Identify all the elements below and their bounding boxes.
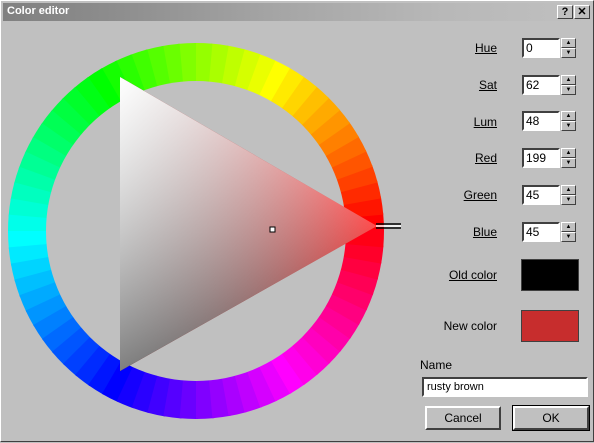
color-editor-dialog: Color editor ? ✕ Hue 0 ▲ ▼ Sat 62 ▲ ▼ Lu… — [0, 0, 594, 442]
close-icon: ✕ — [577, 6, 587, 18]
new-color-label: New color — [443, 319, 497, 333]
lum-label: Lum — [473, 115, 497, 129]
new-color-swatch — [521, 310, 579, 342]
help-button[interactable]: ? — [557, 5, 573, 19]
hue-down-button[interactable]: ▼ — [561, 48, 576, 58]
blue-input[interactable]: 45 — [522, 222, 560, 242]
help-icon: ? — [561, 6, 569, 18]
close-button[interactable]: ✕ — [574, 5, 590, 19]
arrow-up-icon: ▲ — [565, 150, 572, 156]
lum-spinner[interactable]: 48 ▲ ▼ — [522, 111, 576, 131]
hue-input[interactable]: 0 — [522, 38, 560, 58]
arrow-down-icon: ▼ — [565, 123, 572, 129]
arrow-down-icon: ▼ — [565, 87, 572, 93]
blue-down-button[interactable]: ▼ — [561, 232, 576, 242]
hue-up-button[interactable]: ▲ — [561, 38, 576, 48]
arrow-down-icon: ▼ — [565, 234, 572, 240]
green-up-button[interactable]: ▲ — [561, 185, 576, 195]
red-up-button[interactable]: ▲ — [561, 148, 576, 158]
arrow-down-icon: ▼ — [565, 50, 572, 56]
sat-down-button[interactable]: ▼ — [561, 85, 576, 95]
color-picker[interactable] — [1, 1, 401, 443]
green-down-button[interactable]: ▼ — [561, 195, 576, 205]
red-label: Red — [474, 151, 497, 165]
arrow-up-icon: ▲ — [565, 224, 572, 230]
sat-spinner[interactable]: 62 ▲ ▼ — [522, 75, 576, 95]
arrow-up-icon: ▲ — [565, 187, 572, 193]
lum-input[interactable]: 48 — [522, 111, 560, 131]
sat-input[interactable]: 62 — [522, 75, 560, 95]
hue-label: Hue — [474, 41, 497, 55]
old-color-label: Old color — [448, 268, 497, 282]
name-label: Name — [420, 358, 453, 372]
arrow-down-icon: ▼ — [565, 197, 572, 203]
old-color-swatch[interactable] — [521, 259, 579, 291]
cancel-button[interactable]: Cancel — [425, 406, 501, 430]
sat-label: Sat — [478, 78, 497, 92]
arrow-up-icon: ▲ — [565, 77, 572, 83]
arrow-down-icon: ▼ — [565, 160, 572, 166]
color-name-input[interactable]: rusty brown — [422, 377, 588, 397]
hue-spinner[interactable]: 0 ▲ ▼ — [522, 38, 576, 58]
ok-button[interactable]: OK — [512, 405, 590, 431]
green-label: Green — [463, 188, 497, 202]
blue-label: Blue — [472, 225, 497, 239]
green-input[interactable]: 45 — [522, 185, 560, 205]
color-marker[interactable] — [269, 226, 276, 233]
blue-spinner[interactable]: 45 ▲ ▼ — [522, 222, 576, 242]
red-spinner[interactable]: 199 ▲ ▼ — [522, 148, 576, 168]
blue-up-button[interactable]: ▲ — [561, 222, 576, 232]
lum-up-button[interactable]: ▲ — [561, 111, 576, 121]
red-down-button[interactable]: ▼ — [561, 158, 576, 168]
arrow-up-icon: ▲ — [565, 113, 572, 119]
green-spinner[interactable]: 45 ▲ ▼ — [522, 185, 576, 205]
lum-down-button[interactable]: ▼ — [561, 121, 576, 131]
sat-up-button[interactable]: ▲ — [561, 75, 576, 85]
hue-marker[interactable] — [376, 223, 401, 229]
arrow-up-icon: ▲ — [565, 40, 572, 46]
red-input[interactable]: 199 — [522, 148, 560, 168]
